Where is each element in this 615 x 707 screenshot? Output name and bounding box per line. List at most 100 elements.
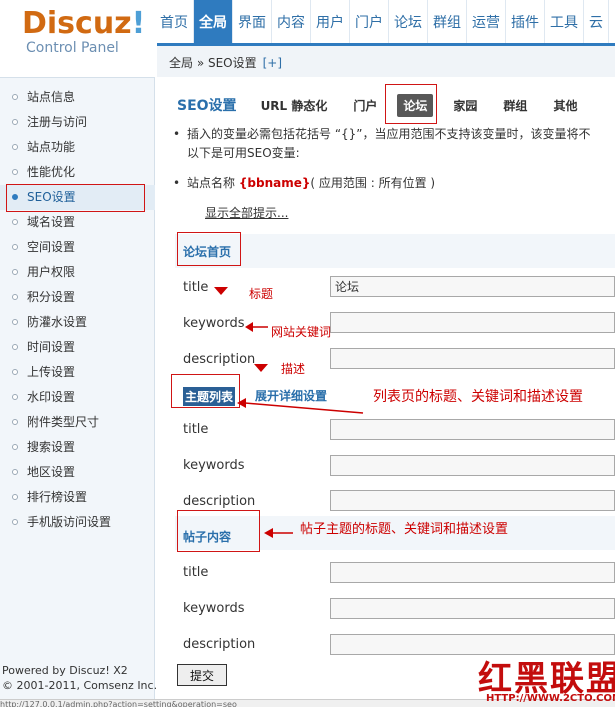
submit-button[interactable]: 提交 <box>177 664 227 686</box>
sidebar-item[interactable]: 防灌水设置 <box>0 310 155 335</box>
bullet-icon <box>12 119 18 125</box>
sidebar-item[interactable]: 性能优化 <box>0 160 155 185</box>
sidebar-item[interactable]: 空间设置 <box>0 235 155 260</box>
post-title-input[interactable] <box>330 562 615 583</box>
topnav-content[interactable]: 内容 <box>272 0 311 43</box>
arrow-icon <box>214 287 228 295</box>
annotation-keywords: 网站关键词 <box>271 325 332 339</box>
bullet-icon <box>12 294 18 300</box>
index-keywords-input[interactable] <box>330 312 615 333</box>
topnav-operation[interactable]: 运营 <box>467 0 506 43</box>
section-header <box>175 234 615 268</box>
divider <box>0 77 155 78</box>
sidebar-item[interactable]: 搜索设置 <box>0 435 155 460</box>
arrow-icon <box>264 528 293 538</box>
title-label: title <box>183 565 209 580</box>
topnav-tools[interactable]: 工具 <box>545 0 584 43</box>
sidebar: 站点信息 注册与访问 站点功能 性能优化 SEO设置 域名设置 空间设置 用户权… <box>0 77 155 707</box>
tab-group[interactable]: 群组 <box>497 94 533 117</box>
sidebar-menu: 站点信息 注册与访问 站点功能 性能优化 SEO设置 域名设置 空间设置 用户权… <box>0 85 155 535</box>
show-all-tips-link[interactable]: 显示全部提示... <box>205 204 288 221</box>
bullet-icon <box>12 94 18 100</box>
sidebar-item[interactable]: 站点信息 <box>0 85 155 110</box>
keywords-label: keywords <box>183 316 245 331</box>
topnav-plugin[interactable]: 插件 <box>506 0 545 43</box>
highlight-box-forum-tab <box>385 84 437 124</box>
header: Discuz! Control Panel 首页 全局 界面 内容 用户 门户 … <box>0 0 615 77</box>
list-description-input[interactable] <box>330 490 615 511</box>
bullet-icon <box>12 369 18 375</box>
topnav-forum[interactable]: 论坛 <box>389 0 428 43</box>
page-title: SEO设置 <box>177 98 237 114</box>
watermark-logo: 红黑联盟 HTTP://WWW.2CTO.COM <box>478 651 615 707</box>
topnav-user[interactable]: 用户 <box>311 0 350 43</box>
description-label: description <box>183 494 256 509</box>
keywords-label: keywords <box>183 458 245 473</box>
sidebar-item[interactable]: 站点功能 <box>0 135 155 160</box>
index-description-input[interactable] <box>330 348 615 369</box>
description-label: description <box>183 352 256 367</box>
breadcrumb-path: 全局 » SEO设置 [+] <box>169 56 283 70</box>
main-content: SEO设置 URL 静态化 门户 论坛 家园 群组 其他 • 插入的变量必需包括花… <box>157 77 615 707</box>
annotation-description: 描述 <box>281 362 306 376</box>
tip-line: • 插入的变量必需包括花括号 “{}”，当应用范围不支持该变量时，该变量将不 <box>173 127 591 141</box>
bullet-icon <box>12 169 18 175</box>
title-label: title <box>183 280 209 295</box>
topnav-portal[interactable]: 门户 <box>350 0 389 43</box>
sidebar-item[interactable]: 时间设置 <box>0 335 155 360</box>
description-label: description <box>183 637 256 652</box>
sidebar-item[interactable]: 手机版访问设置 <box>0 510 155 535</box>
bullet-icon <box>12 319 18 325</box>
annotation-title: 标题 <box>249 287 274 301</box>
sidebar-item[interactable]: 地区设置 <box>0 460 155 485</box>
bullet-icon <box>12 244 18 250</box>
bullet-icon <box>12 394 18 400</box>
sidebar-footer: Powered by Discuz! X2 © 2001-2011, Comse… <box>2 664 158 692</box>
bullet-icon <box>12 494 18 500</box>
logo[interactable]: Discuz! Control Panel <box>0 0 155 77</box>
tab-other[interactable]: 其他 <box>547 94 583 117</box>
arrow-icon <box>245 322 268 332</box>
bullet-icon <box>12 219 18 225</box>
sidebar-item[interactable]: 附件类型尺寸 <box>0 410 155 435</box>
add-shortcut-link[interactable]: [+] <box>263 56 282 70</box>
annotation-list: 列表页的标题、关键词和描述设置 <box>373 389 583 405</box>
breadcrumb: 全局 » SEO设置 [+] <box>157 43 615 77</box>
tab-portal[interactable]: 门户 <box>347 94 383 117</box>
bullet-icon <box>12 144 18 150</box>
topnav-global[interactable]: 全局 <box>194 0 233 43</box>
logo-subtitle: Control Panel <box>26 40 119 56</box>
sidebar-item[interactable]: 用户权限 <box>0 260 155 285</box>
sidebar-item[interactable]: 域名设置 <box>0 210 155 235</box>
post-keywords-input[interactable] <box>330 598 615 619</box>
index-title-input[interactable] <box>330 276 615 297</box>
highlight-box-list <box>171 374 240 408</box>
bullet-icon <box>12 469 18 475</box>
bullet-icon <box>12 444 18 450</box>
sidebar-item[interactable]: 积分设置 <box>0 285 155 310</box>
topnav-cloud[interactable]: 云 <box>584 0 609 43</box>
product-link[interactable]: Discuz! X2 <box>69 664 128 677</box>
tab-home[interactable]: 家园 <box>447 94 483 117</box>
sidebar-item[interactable]: 注册与访问 <box>0 110 155 135</box>
watermark-url: HTTP://WWW.2CTO.COM <box>486 693 615 704</box>
topnav-ui[interactable]: 界面 <box>233 0 272 43</box>
bullet-icon <box>12 419 18 425</box>
title-label: title <box>183 422 209 437</box>
bullet-icon <box>12 519 18 525</box>
sidebar-item[interactable]: 上传设置 <box>0 360 155 385</box>
top-nav: 首页 全局 界面 内容 用户 门户 论坛 群组 运营 插件 工具 云 <box>155 0 615 43</box>
sidebar-item[interactable]: 水印设置 <box>0 385 155 410</box>
bullet-icon <box>12 269 18 275</box>
annotation-post: 帖子主题的标题、关键词和描述设置 <box>300 522 509 537</box>
tab-url-static[interactable]: URL 静态化 <box>255 94 334 117</box>
topnav-group[interactable]: 群组 <box>428 0 467 43</box>
topnav-home[interactable]: 首页 <box>155 0 194 43</box>
highlight-box-seo <box>6 184 145 212</box>
sidebar-item[interactable]: 排行榜设置 <box>0 485 155 510</box>
list-keywords-input[interactable] <box>330 455 615 476</box>
arrow-icon <box>254 364 268 372</box>
list-title-input[interactable] <box>330 419 615 440</box>
highlight-box-index <box>177 232 241 266</box>
logo-brand: Discuz! <box>22 6 146 41</box>
